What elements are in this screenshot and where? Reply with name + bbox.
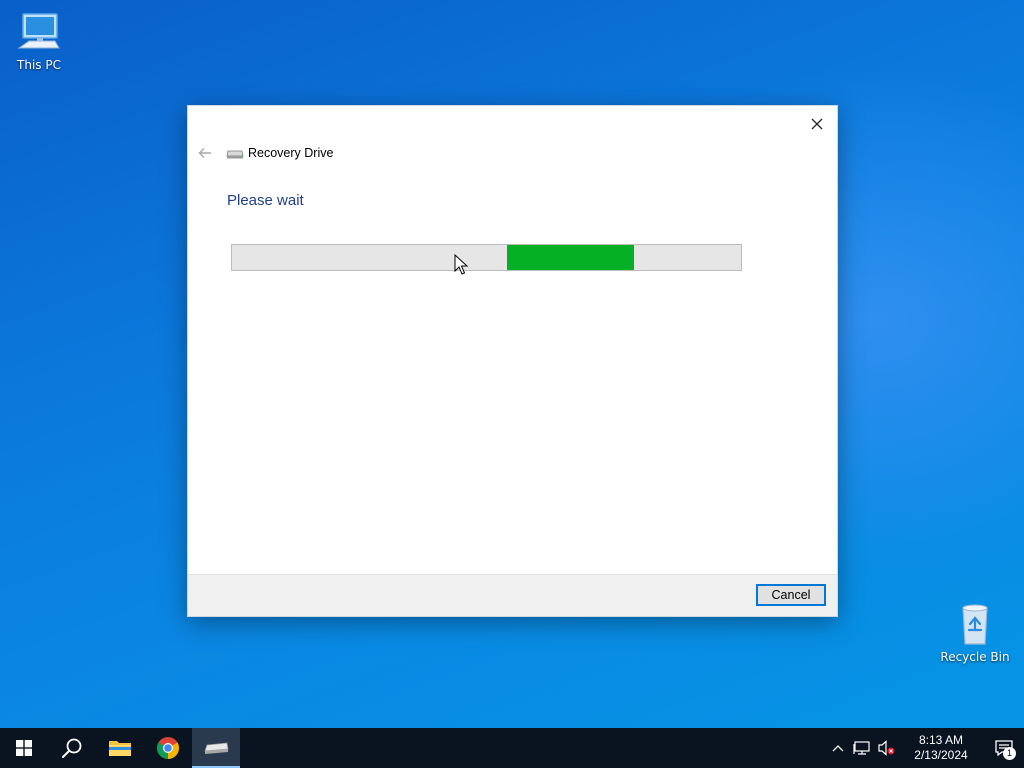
chrome-button[interactable] (144, 728, 192, 768)
search-icon (62, 738, 82, 758)
clock-time: 8:13 AM (918, 733, 964, 747)
file-explorer-button[interactable] (96, 728, 144, 768)
progress-marquee-chunk (506, 245, 635, 270)
mouse-cursor-icon (454, 254, 468, 275)
windows-logo-icon (16, 740, 32, 756)
recycle-bin-icon (962, 604, 988, 645)
system-tray: 8:13 AM 2/13/2024 1 (826, 728, 1024, 768)
network-icon (853, 741, 870, 755)
file-explorer-icon (109, 741, 131, 756)
recycle-bin-desktop-icon[interactable]: Recycle Bin (937, 600, 1013, 664)
this-pc-label: This PC (17, 58, 61, 72)
taskbar: 8:13 AM 2/13/2024 1 (0, 728, 1024, 768)
recovery-drive-taskbar-button[interactable] (192, 728, 240, 768)
recycle-bin-label: Recycle Bin (940, 650, 1010, 664)
dialog-footer: Cancel (188, 574, 837, 616)
page-heading: Please wait (227, 192, 304, 209)
this-pc-desktop-icon[interactable]: This PC (1, 8, 77, 72)
recovery-drive-dialog: Recovery Drive Please wait Cancel (187, 105, 838, 617)
dialog-title: Recovery Drive (248, 146, 334, 160)
drive-icon (226, 150, 244, 159)
monitor-icon (17, 13, 60, 49)
back-arrow-icon (198, 148, 211, 158)
volume-button[interactable] (874, 728, 898, 768)
taskbar-clock[interactable]: 8:13 AM 2/13/2024 (904, 733, 978, 763)
close-icon (811, 118, 823, 130)
show-hidden-icons-button[interactable] (826, 728, 850, 768)
chevron-up-icon (832, 745, 844, 752)
back-button[interactable] (196, 145, 214, 161)
recovery-drive-icon (204, 742, 229, 754)
network-button[interactable] (850, 728, 874, 768)
volume-muted-icon (878, 740, 895, 756)
clock-date: 2/13/2024 (914, 748, 968, 762)
notification-count-badge: 1 (1003, 747, 1016, 760)
cancel-button[interactable]: Cancel (756, 584, 826, 606)
chrome-icon (157, 737, 179, 759)
search-button[interactable] (48, 728, 96, 768)
progress-bar (231, 244, 742, 271)
dialog-nav-row: Recovery Drive (196, 143, 333, 163)
start-button[interactable] (0, 728, 48, 768)
action-center-button[interactable]: 1 (984, 728, 1024, 768)
close-button[interactable] (803, 112, 831, 136)
